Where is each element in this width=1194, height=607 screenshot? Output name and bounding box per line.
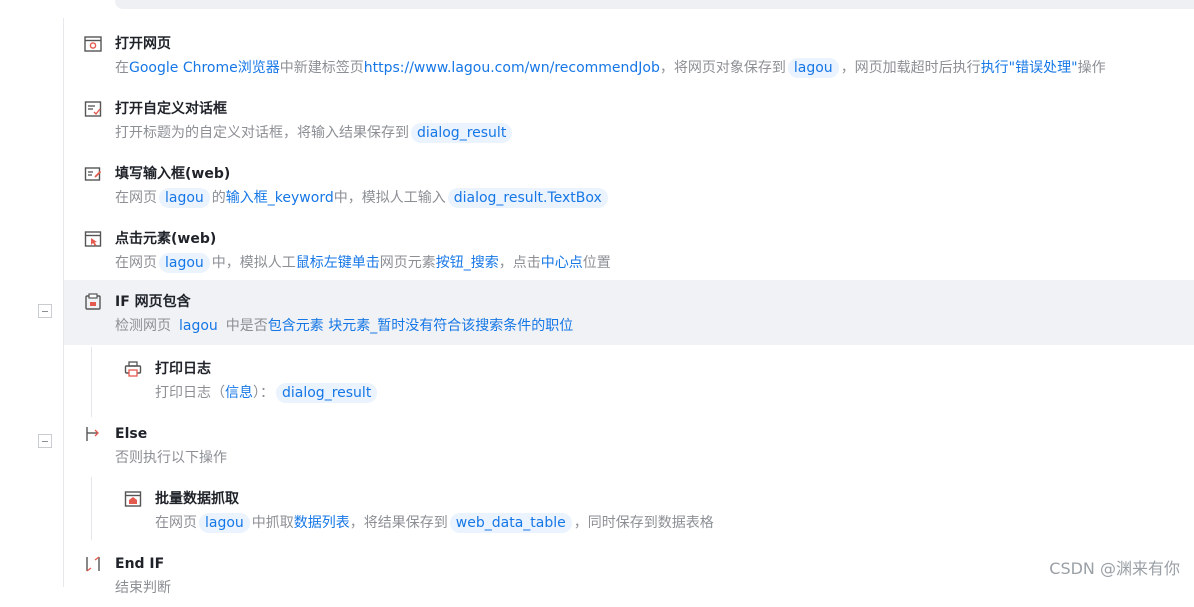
collapse-else-toggle[interactable] [38, 434, 52, 448]
click-type-link[interactable]: 鼠标左键单击 [296, 255, 380, 271]
step-batch-data-scrape[interactable]: 批量数据抓取 在网页 lagou 中抓取数据列表，将结果保存到 web_data_ta… [104, 477, 1194, 542]
dialog-icon [84, 100, 102, 118]
step-description: 在网页 lagou 的输入框_keyword中，模拟人工输入 dialog_resul… [115, 188, 610, 208]
click-position-link[interactable]: 中心点 [541, 255, 583, 271]
step-title: 点击元素(web) [115, 231, 217, 247]
variable-pill[interactable]: lagou [199, 513, 250, 533]
printer-icon [124, 360, 142, 378]
error-action-link[interactable]: 执行"错误处理" [981, 60, 1078, 76]
data-scrape-icon [124, 490, 142, 508]
click-cursor-icon [84, 230, 102, 248]
step-else[interactable]: Else 否则执行以下操作 [64, 412, 1194, 477]
step-description: 在网页 lagou 中，模拟人工鼠标左键单击网页元素按钮_搜索，点击中心点位置 [115, 253, 611, 273]
if-condition-icon [84, 293, 102, 311]
step-description: 在网页 lagou 中抓取数据列表，将结果保存到 web_data_table ，同时保… [155, 513, 714, 533]
branch-icon [84, 425, 102, 443]
url-link[interactable]: https://www.lagou.com/wn/recommendJob [364, 60, 660, 76]
watermark: CSDN @渊来有你 [1049, 559, 1180, 578]
variable-pill[interactable]: web_data_table [449, 513, 572, 533]
if-block-nest-line [91, 347, 92, 417]
step-description: 检测网页 lagou 中是否包含元素 块元素_暂时没有符合该搜索条件的职位 [115, 316, 574, 336]
element-link[interactable]: 按钮_搜索 [436, 255, 499, 271]
element-link[interactable]: 输入框_keyword [226, 190, 334, 206]
browser-link[interactable]: Google Chrome浏览器 [129, 60, 280, 76]
step-if-webpage-contains[interactable]: IF 网页包含 检测网页 lagou 中是否包含元素 块元素_暂时没有符合该搜索条件… [64, 280, 1194, 345]
variable-pill[interactable]: lagou [787, 58, 839, 78]
step-title: Else [115, 426, 148, 442]
step-open-custom-dialog[interactable]: 打开自定义对话框 打开标题为的自定义对话框，将输入结果保存到 dialog_res… [64, 87, 1194, 152]
condition-link[interactable]: 包含元素 块元素_暂时没有符合该搜索条件的职位 [268, 318, 573, 334]
collapse-if-toggle[interactable] [38, 304, 52, 318]
top-toolbar-edge [115, 0, 1194, 9]
browser-window-icon [84, 35, 102, 53]
variable-pill[interactable]: dialog_result.TextBox [447, 188, 608, 208]
step-description: 结束判断 [115, 580, 171, 596]
step-print-log[interactable]: 打印日志 打印日志（信息）： dialog_result [104, 347, 1194, 412]
variable-pill[interactable]: dialog_result [276, 383, 378, 403]
step-title: End IF [115, 556, 165, 572]
step-title: IF 网页包含 [115, 294, 191, 310]
variable-pill[interactable]: lagou [173, 316, 224, 336]
data-target-link[interactable]: 数据列表 [294, 515, 350, 531]
step-description: 在Google Chrome浏览器中新建标签页https://www.lagou… [115, 58, 1106, 78]
step-title: 打开自定义对话框 [115, 101, 227, 117]
step-fill-input-web[interactable]: 填写输入框(web) 在网页 lagou 的输入框_keyword中，模拟人工输入 d… [64, 152, 1194, 217]
step-open-webpage[interactable]: 打开网页 在Google Chrome浏览器中新建标签页https://www.… [64, 22, 1194, 87]
step-description: 打开标题为的自定义对话框，将输入结果保存到 dialog_result [115, 123, 514, 143]
step-end-if[interactable]: End IF 结束判断 [64, 542, 1194, 607]
else-block-nest-line [91, 477, 92, 540]
log-level-link[interactable]: 信息 [225, 385, 253, 401]
step-description: 打印日志（信息）： dialog_result [155, 383, 379, 403]
step-title: 填写输入框(web) [115, 166, 231, 182]
variable-pill[interactable]: lagou [159, 253, 210, 273]
step-title: 打印日志 [155, 361, 211, 377]
end-if-icon [84, 555, 102, 573]
input-edit-icon [84, 165, 102, 183]
step-title: 打开网页 [115, 36, 171, 52]
variable-pill[interactable]: lagou [159, 188, 210, 208]
variable-pill[interactable]: dialog_result [411, 123, 513, 143]
step-title: 批量数据抓取 [155, 491, 239, 507]
step-click-element-web[interactable]: 点击元素(web) 在网页 lagou 中，模拟人工鼠标左键单击网页元素按钮_搜索，… [64, 217, 1194, 282]
step-description: 否则执行以下操作 [115, 450, 227, 466]
